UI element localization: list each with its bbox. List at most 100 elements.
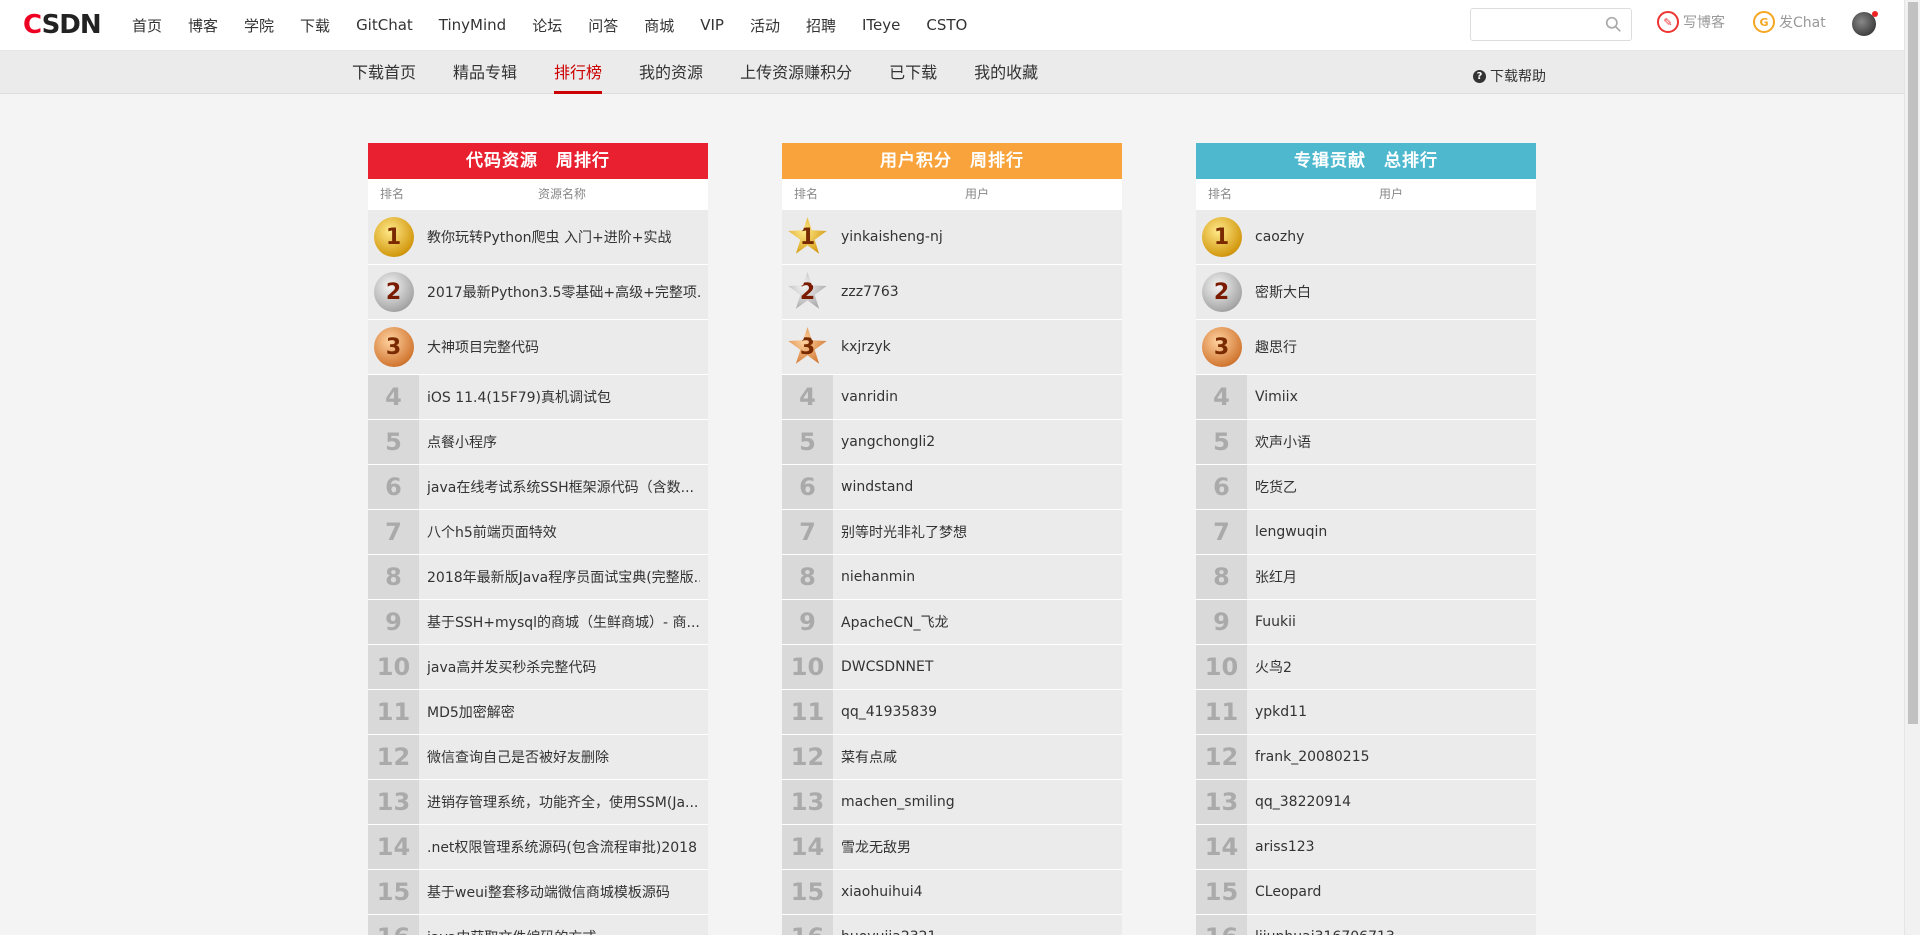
user-name-link[interactable]: ypkd11 xyxy=(1255,690,1528,734)
resource-name-link[interactable]: 进销存管理系统，功能齐全，使用SSM(Ja... xyxy=(427,780,700,824)
user-name-link[interactable]: ariss123 xyxy=(1255,825,1528,869)
ranking-row[interactable]: 7 别等时光非礼了梦想 xyxy=(782,510,1122,555)
user-name-link[interactable]: xiaohuihui4 xyxy=(841,870,1114,914)
tab-0[interactable]: 下载首页 xyxy=(352,51,416,94)
ranking-row[interactable]: 2 2017最新Python3.5零基础+高级+完整项... xyxy=(368,265,708,320)
ranking-row[interactable]: 9 基于SSH+mysql的商城（生鲜商城）- 商... xyxy=(368,600,708,645)
tab-2[interactable]: 排行榜 xyxy=(554,51,603,94)
post-chat-button[interactable]: G 发Chat xyxy=(1753,11,1826,33)
ranking-row[interactable]: 9 Fuukii xyxy=(1196,600,1536,645)
user-name-link[interactable]: kxjrzyk xyxy=(841,320,1114,374)
resource-name-link[interactable]: 微信查询自己是否被好友删除 xyxy=(427,735,700,779)
user-name-link[interactable]: machen_smiling xyxy=(841,780,1114,824)
ranking-row[interactable]: 8 张红月 xyxy=(1196,555,1536,600)
ranking-row[interactable]: 10 DWCSDNNET xyxy=(782,645,1122,690)
nav-item-11[interactable]: 招聘 xyxy=(806,15,836,36)
ranking-row[interactable]: 3 大神项目完整代码 xyxy=(368,320,708,375)
ranking-row[interactable]: 10 火鸟2 xyxy=(1196,645,1536,690)
search-input[interactable] xyxy=(1470,8,1632,41)
user-name-link[interactable]: niehanmin xyxy=(841,555,1114,599)
user-name-link[interactable]: huoyujia2321 xyxy=(841,915,1114,935)
tab-6[interactable]: 我的收藏 xyxy=(974,51,1038,94)
user-name-link[interactable]: yangchongli2 xyxy=(841,420,1114,464)
avatar[interactable] xyxy=(1852,11,1878,36)
user-name-link[interactable]: windstand xyxy=(841,465,1114,509)
ranking-row[interactable]: 3 趣思行 xyxy=(1196,320,1536,375)
ranking-row[interactable]: 5 点餐小程序 xyxy=(368,420,708,465)
ranking-row[interactable]: 8 niehanmin xyxy=(782,555,1122,600)
ranking-row[interactable]: 15 CLeopard xyxy=(1196,870,1536,915)
nav-item-0[interactable]: 首页 xyxy=(132,15,162,36)
ranking-row[interactable]: 5 欢声小语 xyxy=(1196,420,1536,465)
ranking-row[interactable]: 16 java中获取文件编码的方式 xyxy=(368,915,708,935)
nav-item-2[interactable]: 学院 xyxy=(244,15,274,36)
user-name-link[interactable]: qq_41935839 xyxy=(841,690,1114,734)
user-name-link[interactable]: frank_20080215 xyxy=(1255,735,1528,779)
ranking-row[interactable]: 8 2018年最新版Java程序员面试宝典(完整版... xyxy=(368,555,708,600)
user-name-link[interactable]: ApacheCN_飞龙 xyxy=(841,600,1114,644)
ranking-row[interactable]: 13 进销存管理系统，功能齐全，使用SSM(Ja... xyxy=(368,780,708,825)
resource-name-link[interactable]: 2018年最新版Java程序员面试宝典(完整版... xyxy=(427,555,700,599)
resource-name-link[interactable]: 点餐小程序 xyxy=(427,420,700,464)
user-name-link[interactable]: caozhy xyxy=(1255,210,1528,264)
ranking-row[interactable]: 11 qq_41935839 xyxy=(782,690,1122,735)
ranking-row[interactable]: 15 xiaohuihui4 xyxy=(782,870,1122,915)
user-name-link[interactable]: 密斯大白 xyxy=(1255,265,1528,319)
resource-name-link[interactable]: java中获取文件编码的方式 xyxy=(427,915,700,935)
resource-name-link[interactable]: MD5加密解密 xyxy=(427,690,700,734)
csdn-logo[interactable]: CSDN xyxy=(23,11,102,39)
ranking-row[interactable]: 4 Vimiix xyxy=(1196,375,1536,420)
ranking-row[interactable]: 7 lengwuqin xyxy=(1196,510,1536,555)
user-name-link[interactable]: 雪龙无敌男 xyxy=(841,825,1114,869)
user-name-link[interactable]: 张红月 xyxy=(1255,555,1528,599)
ranking-row[interactable]: 6 windstand xyxy=(782,465,1122,510)
ranking-row[interactable]: 6 吃货乙 xyxy=(1196,465,1536,510)
resource-name-link[interactable]: iOS 11.4(15F79)真机调试包 xyxy=(427,375,700,419)
resource-name-link[interactable]: 大神项目完整代码 xyxy=(427,320,700,374)
scrollbar-thumb[interactable] xyxy=(1908,2,1918,724)
ranking-row[interactable]: 16 huoyujia2321 xyxy=(782,915,1122,935)
user-name-link[interactable]: lijunhuai316706713 xyxy=(1255,915,1528,935)
nav-item-7[interactable]: 问答 xyxy=(588,15,618,36)
user-name-link[interactable]: qq_38220914 xyxy=(1255,780,1528,824)
ranking-row[interactable]: 6 java在线考试系统SSH框架源代码（含数... xyxy=(368,465,708,510)
ranking-row[interactable]: 13 qq_38220914 xyxy=(1196,780,1536,825)
ranking-row[interactable]: 7 八个h5前端页面特效 xyxy=(368,510,708,555)
user-name-link[interactable]: 别等时光非礼了梦想 xyxy=(841,510,1114,554)
resource-name-link[interactable]: .net权限管理系统源码(包含流程审批)2018 xyxy=(427,825,700,869)
resource-name-link[interactable]: 教你玩转Python爬虫 入门+进阶+实战 xyxy=(427,210,700,264)
ranking-row[interactable]: 2 zzz7763 xyxy=(782,265,1122,320)
ranking-row[interactable]: 14 ariss123 xyxy=(1196,825,1536,870)
tab-4[interactable]: 上传资源赚积分 xyxy=(740,51,852,94)
resource-name-link[interactable]: 基于SSH+mysql的商城（生鲜商城）- 商... xyxy=(427,600,700,644)
nav-item-4[interactable]: GitChat xyxy=(356,16,413,34)
nav-item-8[interactable]: 商城 xyxy=(644,15,674,36)
ranking-row[interactable]: 16 lijunhuai316706713 xyxy=(1196,915,1536,935)
nav-item-9[interactable]: VIP xyxy=(700,16,724,34)
nav-item-3[interactable]: 下载 xyxy=(300,15,330,36)
resource-name-link[interactable]: java在线考试系统SSH框架源代码（含数... xyxy=(427,465,700,509)
user-name-link[interactable]: lengwuqin xyxy=(1255,510,1528,554)
user-name-link[interactable]: vanridin xyxy=(841,375,1114,419)
resource-name-link[interactable]: java高并发买秒杀完整代码 xyxy=(427,645,700,689)
ranking-row[interactable]: 4 iOS 11.4(15F79)真机调试包 xyxy=(368,375,708,420)
nav-item-13[interactable]: CSTO xyxy=(926,16,967,34)
user-name-link[interactable]: Vimiix xyxy=(1255,375,1528,419)
tab-5[interactable]: 已下载 xyxy=(889,51,937,94)
user-name-link[interactable]: 趣思行 xyxy=(1255,320,1528,374)
ranking-row[interactable]: 13 machen_smiling xyxy=(782,780,1122,825)
nav-item-10[interactable]: 活动 xyxy=(750,15,780,36)
tab-3[interactable]: 我的资源 xyxy=(639,51,703,94)
user-name-link[interactable]: yinkaisheng-nj xyxy=(841,210,1114,264)
ranking-row[interactable]: 14 雪龙无敌男 xyxy=(782,825,1122,870)
ranking-row[interactable]: 9 ApacheCN_飞龙 xyxy=(782,600,1122,645)
ranking-row[interactable]: 2 密斯大白 xyxy=(1196,265,1536,320)
ranking-row[interactable]: 14 .net权限管理系统源码(包含流程审批)2018 xyxy=(368,825,708,870)
ranking-row[interactable]: 3 kxjrzyk xyxy=(782,320,1122,375)
ranking-row[interactable]: 15 基于weui整套移动端微信商城模板源码 xyxy=(368,870,708,915)
user-name-link[interactable]: 火鸟2 xyxy=(1255,645,1528,689)
nav-item-6[interactable]: 论坛 xyxy=(532,15,562,36)
nav-item-1[interactable]: 博客 xyxy=(188,15,218,36)
user-name-link[interactable]: DWCSDNNET xyxy=(841,645,1114,689)
tab-1[interactable]: 精品专辑 xyxy=(453,51,517,94)
